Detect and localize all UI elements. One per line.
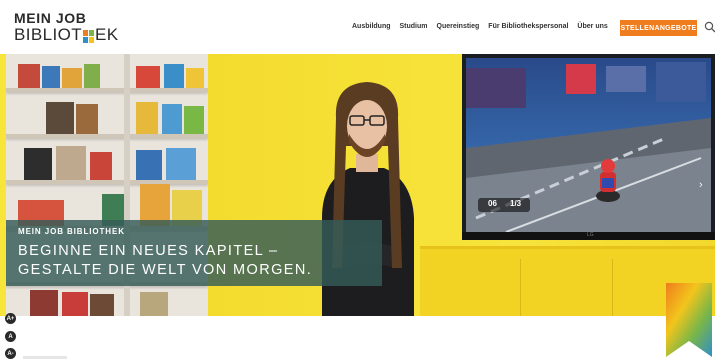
tv-hud-coins: 06: [488, 199, 497, 208]
hero-caption: MEIN JOB BIBLIOTHEK BEGINNE EIN NEUES KA…: [6, 220, 382, 286]
tv-game-display: 06 1/3: [466, 58, 711, 232]
footer-hint: [23, 356, 67, 359]
bookmark-ribbon-icon[interactable]: [666, 283, 712, 357]
main-navigation: Ausbildung Studium Quereinstieg Für Bibl…: [352, 23, 617, 30]
font-increase-button[interactable]: A+: [5, 313, 16, 324]
logo-text-end: EK: [95, 25, 119, 44]
tv-brand-logo: LG: [587, 232, 594, 238]
hero-title-line-2: GESTALTE DIE WELT VON MORGEN.: [18, 262, 313, 278]
search-icon[interactable]: [704, 21, 715, 33]
nav-item-ueber-uns[interactable]: Über uns: [577, 23, 607, 30]
logo-line-1: MEIN JOB: [14, 10, 87, 26]
font-decrease-button[interactable]: A-: [5, 348, 16, 359]
hero-title: BEGINNE EIN NEUES KAPITEL – GESTALTE DIE…: [18, 242, 312, 280]
logo-text-start: BIBLIOT: [14, 25, 82, 44]
site-logo[interactable]: MEIN JOB BIBLIOT EK: [14, 10, 124, 44]
tv-hud-lap: 1/3: [510, 199, 522, 208]
logo-mark-icon: [83, 29, 94, 43]
logo-line-2: BIBLIOT EK: [14, 25, 118, 45]
job-offers-button[interactable]: STELLENANGEBOTE: [620, 20, 697, 36]
tv-screen-image: 06 1/3 LG: [462, 54, 715, 240]
chevron-right-icon[interactable]: ›: [699, 179, 703, 191]
nav-item-studium[interactable]: Studium: [400, 23, 428, 30]
nav-item-quereinstieg[interactable]: Quereinstieg: [437, 23, 480, 30]
hero-title-line-1: BEGINNE EIN NEUES KAPITEL –: [18, 243, 279, 259]
nav-item-bibliothekspersonal[interactable]: Für Bibliothekspersonal: [488, 23, 568, 30]
hero-banner: 06 1/3 LG MEIN JOB BIBLIOTHEK BEGINNE EI…: [0, 54, 715, 316]
font-normal-button[interactable]: A: [5, 331, 16, 342]
nav-item-ausbildung[interactable]: Ausbildung: [352, 23, 391, 30]
site-header: MEIN JOB BIBLIOT EK Ausbildung Studium Q…: [0, 0, 715, 54]
hero-eyebrow: MEIN JOB BIBLIOTHEK: [18, 227, 125, 236]
